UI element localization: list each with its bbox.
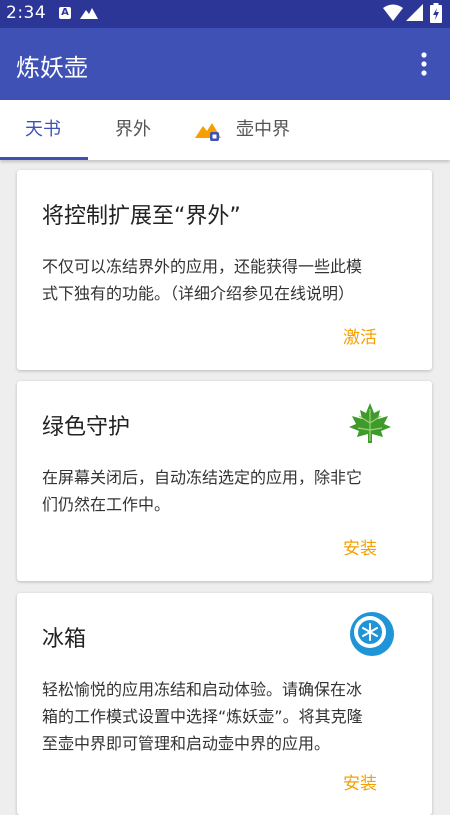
tab-label: 界外 [115,119,151,140]
card-icebox: 冰箱 轻松愉悦的应用冻结和启动体验。请确保在冰 箱的工作模式设置中选择“炼妖壶”… [17,593,432,815]
a-app-icon: A [59,7,71,19]
card-body-line: 们仍然在工作中。 [42,495,171,514]
signal-icon [406,4,423,21]
more-vert-icon[interactable] [412,50,436,78]
card-title: 将控制扩展至“界外” [42,204,241,229]
install-icebox-button[interactable]: 安装 [343,769,377,794]
mountain-icon [195,123,221,141]
tab-indicator [0,157,88,160]
tab-label: 壶中界 [236,119,290,140]
card-body-line: 至壶中界即可管理和启动壶中界的应用。 [42,734,331,753]
card-body-line: 在屏幕关闭后，自动冻结选定的应用，除非它 [42,468,363,487]
app-title: 炼妖壶 [16,54,88,82]
card-title: 冰箱 [42,627,87,652]
tab-tianshu[interactable]: 天书 [25,100,61,160]
install-greenify-button[interactable]: 安装 [343,534,377,559]
card-body: 在屏幕关闭后，自动冻结选定的应用，除非它 们仍然在工作中。 [42,464,402,518]
card-body-line: 轻松愉悦的应用冻结和启动体验。请确保在冰 [42,680,363,699]
card-body-line: 箱的工作模式设置中选择“炼妖壶”。将其克隆 [42,707,363,726]
activate-button[interactable]: 激活 [343,323,377,348]
tab-label: 天书 [25,119,61,140]
tab-jiewai[interactable]: 界外 [115,100,151,160]
maple-leaf-icon [349,403,391,443]
card-body: 轻松愉悦的应用冻结和启动体验。请确保在冰 箱的工作模式设置中选择“炼妖壶”。将其… [42,676,402,757]
card-island: 将控制扩展至“界外” 不仅可以冻结界外的应用，还能获得一些此模 式下独有的功能。… [17,170,432,370]
app-bar: 炼妖壶 [0,28,450,100]
mountain-icon [80,8,98,19]
card-greenify: 绿色守护 在屏幕关闭后，自动冻结选定的应用，除非它 们仍然在工作中。 安装 [17,381,432,581]
status-bar: 2:34 A [0,0,450,28]
status-time: 2:34 [6,3,47,23]
card-title: 绿色守护 [42,415,131,440]
card-body-line: 不仅可以冻结界外的应用，还能获得一些此模 [42,257,363,276]
tab-bar: 天书 界外 壶中界 [0,100,450,160]
wifi-icon [383,4,403,21]
card-body-line: 式下独有的功能。（详细介绍参见在线说明） [42,284,355,303]
card-body: 不仅可以冻结界外的应用，还能获得一些此模 式下独有的功能。（详细介绍参见在线说明… [42,253,402,307]
tab-huzhongjie[interactable]: 壶中界 [236,100,290,160]
snowflake-icon [350,612,394,656]
battery-icon [430,3,442,23]
